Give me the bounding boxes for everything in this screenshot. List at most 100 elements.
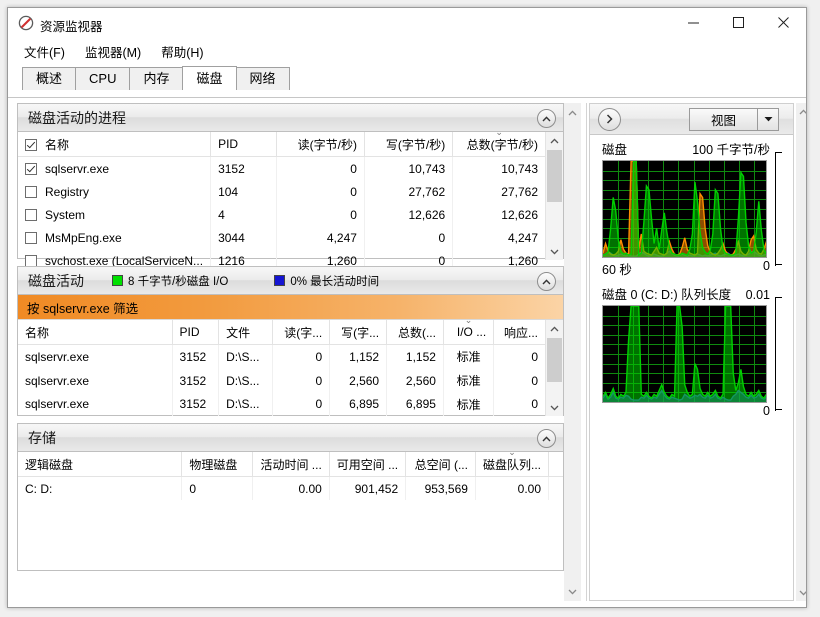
row-checkbox[interactable] [25,254,37,267]
disk-processes-scrollbar[interactable] [545,132,563,260]
section-header-disk-processes[interactable]: 磁盘活动的进程 [18,104,563,132]
graph-panel-scrollbar[interactable] [796,103,806,601]
menu-item-help[interactable]: 帮助(H) [161,40,211,63]
chevron-down-icon[interactable] [757,108,778,130]
section-header-disk-activity[interactable]: 磁盘活动 8 千字节/秒磁盘 I/O 0% 最长活动时间 [18,267,563,295]
col-header-pid[interactable]: PID [210,132,277,157]
table-row[interactable]: System 4 0 12,626 12,626 [18,203,545,226]
col-header-physical-disk[interactable]: 物理磁盘 [181,452,254,477]
col-header-free-space[interactable]: 可用空间 ... [329,452,407,477]
view-dropdown-label: 视图 [710,113,736,128]
table-row[interactable]: sqlservr.exe 3152 0 10,743 10,743 [18,156,545,180]
scroll-up-icon[interactable] [546,320,563,337]
cell-io-priority: 标准 [443,392,495,416]
col-header-disk-queue[interactable]: ⌄ 磁盘队列... [475,452,550,477]
collapse-toggle-storage[interactable] [537,429,556,448]
col-header-total-space[interactable]: 总空间 (... [405,452,476,477]
cell-name[interactable]: Registry [18,180,212,203]
row-checkbox[interactable] [25,208,37,221]
cell-response-time: 0 [531,397,538,412]
expand-panel-button[interactable] [598,107,621,131]
collapse-toggle-disk-activity[interactable] [537,272,556,291]
tab-network[interactable]: 网络 [235,67,290,90]
cell-spacer [549,477,564,501]
scroll-down-icon[interactable] [565,583,580,600]
left-pane: 磁盘活动的进程 名称 PID 读(字节/秒) 写(字节/秒) ⌄ 总数(字节/秒… [17,103,564,601]
window-title: 资源监视器 [40,20,103,34]
tab-disk[interactable]: 磁盘 [182,66,237,90]
collapse-toggle-disk-processes[interactable] [537,109,556,128]
col-header-total[interactable]: ⌄ 总数(字节/秒) [452,132,545,157]
cell-pid: 3152 [172,392,220,416]
resource-monitor-icon [18,15,34,31]
cell-name: sqlservr.exe [18,392,173,416]
scroll-up-icon[interactable] [546,132,563,149]
table-row[interactable]: sqlservr.exe 3152 D:\S... 0 2,560 2,560 … [18,368,545,393]
table-row[interactable]: MsMpEng.exe 3044 4,247 0 4,247 [18,226,545,249]
tab-overview[interactable]: 概述 [22,67,77,90]
minimize-button[interactable] [671,8,716,37]
graph-ymin-disk-queue: 0 [763,404,770,418]
scroll-down-icon[interactable] [546,243,563,260]
col-header-write[interactable]: 写(字节/秒) [364,132,454,157]
cell-file: D:\S... [218,392,274,416]
cell-name[interactable]: sqlservr.exe [18,156,212,180]
graph-row-disk [602,152,783,266]
row-checkbox[interactable] [25,231,37,244]
tab-memory[interactable]: 内存 [129,67,184,90]
select-all-checkbox[interactable] [25,138,37,151]
cell-pid: 3152 [172,368,220,393]
menu-item-monitor[interactable]: 监视器(M) [85,40,149,63]
disk-activity-legends: 8 千字节/秒磁盘 I/O 0% 最长活动时间 [112,273,379,289]
col-header-logical-disk[interactable]: 逻辑磁盘 [18,452,183,477]
row-checkbox[interactable] [25,162,37,175]
col-header-read[interactable]: 读(字... [272,320,331,345]
scroll-down-icon[interactable] [546,399,563,416]
tab-cpu[interactable]: CPU [75,67,131,90]
col-header-name[interactable]: 名称 [18,320,173,345]
view-dropdown[interactable]: 视图 [689,107,779,131]
tab-bar: 概述 CPU 内存 磁盘 网络 [22,66,806,90]
table-row[interactable]: C: D: 0 0.00 901,452 953,569 0.00 [18,476,564,501]
cell-write: 6,895 [329,392,388,416]
cell-read: 0 [272,392,331,416]
col-header-name[interactable]: 名称 [18,132,212,157]
pane-divider[interactable] [586,103,587,601]
col-header-write[interactable]: 写(字... [329,320,388,345]
cell-io-priority: 标准 [443,344,495,369]
scroll-down-icon[interactable] [796,584,806,601]
scrollbar-thumb[interactable] [547,150,562,202]
col-header-active-time[interactable]: 活动时间 ... [252,452,330,477]
cell-name[interactable]: MsMpEng.exe [18,226,212,249]
col-header-pid[interactable]: PID [172,320,220,345]
col-header-io-priority[interactable]: ⌄ I/O ... [443,320,495,345]
graph-caption-disk: 磁盘 100 千字节/秒 [602,139,770,160]
row-checkbox[interactable] [25,185,37,198]
scroll-up-icon[interactable] [565,104,580,121]
scroll-up-icon[interactable] [796,103,806,120]
section-header-storage[interactable]: 存储 [18,424,563,452]
col-header-read[interactable]: 读(字节/秒) [276,132,365,157]
table-row[interactable]: Registry 104 0 27,762 27,762 [18,180,545,203]
table-row[interactable]: sqlservr.exe 3152 D:\S... 0 1,152 1,152 … [18,344,545,369]
sort-indicator-icon: ⌄ [508,452,516,457]
cell-pid: 3044 [210,226,277,249]
disk-queue-chart [602,305,768,403]
maximize-button[interactable] [716,8,761,37]
menu-item-file[interactable]: 文件(F) [24,40,73,63]
section-title-disk-processes: 磁盘活动的进程 [28,109,126,126]
col-header-total[interactable]: 总数(... [386,320,444,345]
resource-monitor-window: 资源监视器 文件(F) 监视器(M) 帮助(H) 概述 CPU 内存 磁盘 网络… [7,7,807,608]
section-storage: 存储 逻辑磁盘 物理磁盘 活动时间 ... 可用空间 ... 总空间 (... … [17,423,564,571]
left-pane-scrollbar[interactable] [564,103,581,601]
disk-activity-scrollbar[interactable] [545,320,563,416]
disk-processes-table-wrap: 名称 PID 读(字节/秒) 写(字节/秒) ⌄ 总数(字节/秒) sqlser… [18,132,563,272]
scrollbar-thumb[interactable] [547,338,562,382]
col-header-file[interactable]: 文件 [218,320,274,345]
cell-name[interactable]: System [18,203,212,226]
cell-file: D:\S... [218,368,274,393]
col-header-response-time[interactable]: 响应... [493,320,545,345]
table-row[interactable]: sqlservr.exe 3152 D:\S... 0 6,895 6,895 … [18,392,545,416]
close-button[interactable] [761,8,806,37]
filter-bar[interactable]: 按 sqlservr.exe 筛选 [18,295,563,320]
